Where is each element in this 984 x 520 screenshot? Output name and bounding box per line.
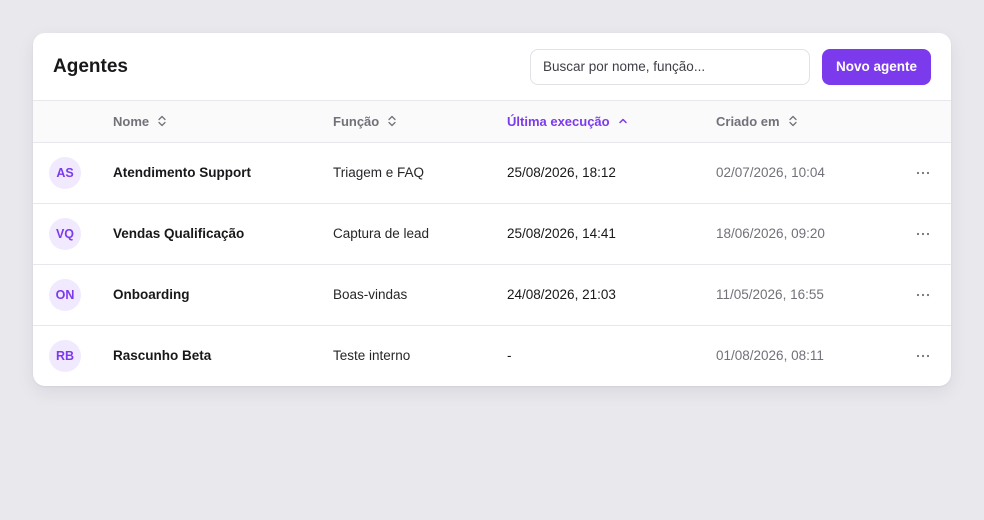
agent-created: 11/05/2026, 16:55 bbox=[716, 287, 824, 302]
agent-role: Boas-vindas bbox=[333, 287, 408, 302]
avatar: VQ bbox=[49, 217, 81, 250]
agent-role: Captura de lead bbox=[333, 226, 430, 241]
row-menu-button[interactable] bbox=[911, 346, 935, 366]
row-menu-button[interactable] bbox=[911, 224, 935, 244]
agent-name: Rascunho Beta bbox=[113, 348, 212, 364]
sort-both-icon bbox=[788, 116, 797, 127]
table-row[interactable]: VQ Vendas Qualificação Captura de lead 2… bbox=[33, 203, 951, 264]
row-menu-button[interactable] bbox=[911, 285, 935, 305]
sort-both-icon bbox=[388, 116, 396, 127]
avatar: ON bbox=[49, 278, 81, 311]
search-input[interactable] bbox=[529, 48, 810, 85]
avatar: AS bbox=[49, 156, 81, 189]
agent-name: Vendas Qualificação bbox=[113, 226, 245, 241]
more-horizontal-icon bbox=[916, 171, 930, 174]
table-header-row: Nome Função Última execução Criado em bbox=[33, 101, 951, 143]
agent-role: Triagem e FAQ bbox=[333, 165, 425, 180]
sort-up-icon bbox=[618, 119, 627, 124]
more-horizontal-icon bbox=[916, 232, 930, 235]
agent-created: 02/07/2026, 10:04 bbox=[716, 165, 825, 180]
more-horizontal-icon bbox=[916, 354, 930, 357]
avatar: RB bbox=[49, 339, 81, 372]
column-header-role[interactable]: Função bbox=[333, 101, 507, 143]
agent-name: Onboarding bbox=[113, 287, 190, 302]
agent-last-run: 25/08/2026, 18:12 bbox=[507, 165, 616, 180]
agent-name: Atendimento Support bbox=[113, 165, 251, 180]
row-menu-button[interactable] bbox=[911, 163, 935, 183]
agents-table: Nome Função Última execução Criado em AS… bbox=[33, 101, 951, 386]
column-header-created[interactable]: Criado em bbox=[716, 101, 903, 143]
more-horizontal-icon bbox=[916, 293, 930, 296]
page-title: Agentes bbox=[53, 55, 128, 77]
agent-last-run: - bbox=[507, 348, 512, 364]
column-header-name[interactable]: Nome bbox=[113, 101, 333, 143]
sort-both-icon bbox=[158, 116, 166, 127]
table-row[interactable]: RB Rascunho Beta Teste interno - 01/08/2… bbox=[33, 325, 951, 386]
table-row[interactable]: AS Atendimento Support Triagem e FAQ 25/… bbox=[33, 142, 951, 203]
agent-last-run: 24/08/2026, 21:03 bbox=[507, 287, 616, 302]
card-header: Agentes Novo agente bbox=[33, 33, 951, 101]
new-agent-button[interactable]: Novo agente bbox=[821, 48, 931, 85]
agent-created: 01/08/2026, 08:11 bbox=[716, 348, 824, 364]
agent-created: 18/06/2026, 09:20 bbox=[716, 226, 825, 241]
column-header-last-run[interactable]: Última execução bbox=[507, 101, 716, 143]
agent-last-run: 25/08/2026, 14:41 bbox=[507, 226, 616, 241]
agent-role: Teste interno bbox=[333, 348, 411, 364]
table-row[interactable]: ON Onboarding Boas-vindas 24/08/2026, 21… bbox=[33, 264, 951, 325]
agents-card: Agentes Novo agente Nome bbox=[33, 33, 951, 386]
